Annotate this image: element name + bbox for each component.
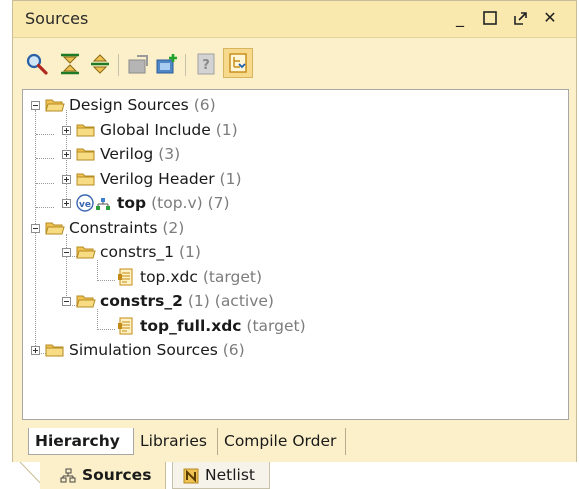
sources-tree: Design Sources (6) Global Include (1) Ve… bbox=[22, 89, 569, 420]
svg-text:?: ? bbox=[202, 58, 210, 73]
panel-titlebar: Sources _ ✕ bbox=[13, 1, 576, 38]
maximize-icon bbox=[483, 11, 497, 25]
tree-guide-line bbox=[97, 309, 98, 330]
toolbar-separator bbox=[118, 54, 119, 76]
folder-icon bbox=[45, 344, 64, 357]
toolbar-separator bbox=[185, 54, 186, 76]
folder-open-icon bbox=[45, 222, 65, 235]
netlist-tab-icon bbox=[183, 468, 199, 484]
view-tabs: Hierarchy Libraries Compile Order bbox=[22, 428, 569, 456]
collapse-toggle[interactable] bbox=[62, 248, 71, 257]
collapse-all-icon bbox=[61, 53, 79, 75]
tab-sources[interactable]: Sources bbox=[40, 462, 166, 489]
expand-toggle[interactable] bbox=[62, 175, 71, 184]
svg-text:ve: ve bbox=[79, 200, 91, 210]
folder-open-icon bbox=[45, 99, 65, 112]
expand-toggle[interactable] bbox=[62, 199, 71, 208]
tab-netlist-label: Netlist bbox=[205, 466, 255, 484]
sources-panel: Sources _ ✕ ? Design Sources (6) Global … bbox=[12, 0, 577, 464]
tree-item-verilog-header[interactable]: Verilog Header (1) bbox=[100, 167, 242, 191]
maximize-button[interactable] bbox=[479, 7, 501, 29]
search-button[interactable] bbox=[25, 52, 49, 76]
folder-open-icon bbox=[76, 246, 96, 259]
settings-icon bbox=[128, 55, 148, 74]
tree-item-design-sources[interactable]: Design Sources (6) bbox=[69, 93, 216, 117]
float-icon bbox=[513, 12, 527, 25]
folder-icon bbox=[76, 173, 95, 186]
settings-button[interactable] bbox=[127, 52, 151, 76]
hierarchy-top-icon bbox=[96, 198, 110, 210]
add-sources-button[interactable] bbox=[155, 52, 179, 76]
tree-guide-line bbox=[97, 280, 115, 281]
collapse-toggle[interactable] bbox=[31, 224, 40, 233]
search-icon bbox=[26, 53, 48, 75]
folder-open-icon bbox=[76, 295, 96, 308]
tab-hierarchy[interactable]: Hierarchy bbox=[28, 428, 134, 455]
tree-item-top-xdc[interactable]: top.xdc (target) bbox=[140, 265, 262, 289]
collapse-all-button[interactable] bbox=[58, 52, 82, 76]
tree-guide-line bbox=[97, 260, 98, 281]
tree-guide-line bbox=[36, 158, 54, 159]
panel-toolbar: ? bbox=[13, 38, 576, 86]
panel-title: Sources bbox=[25, 9, 89, 28]
properties-icon: ? bbox=[197, 53, 215, 75]
tree-guide-line bbox=[66, 234, 67, 306]
constraint-file-icon bbox=[118, 268, 133, 286]
sources-tab-icon bbox=[60, 468, 76, 483]
show-hierarchy-icon bbox=[229, 53, 247, 73]
tree-item-top-full-xdc[interactable]: top_full.xdc (target) bbox=[140, 314, 306, 338]
folder-icon bbox=[76, 148, 95, 161]
expand-toggle[interactable] bbox=[62, 150, 71, 159]
tab-libraries[interactable]: Libraries bbox=[134, 428, 218, 455]
show-hierarchy-button[interactable] bbox=[223, 48, 253, 78]
tab-sources-label: Sources bbox=[82, 466, 152, 484]
tree-item-top[interactable]: top (top.v) (7) bbox=[117, 191, 230, 215]
tree-guide-line bbox=[36, 183, 54, 184]
tree-guide-line bbox=[97, 329, 115, 330]
tree-item-verilog[interactable]: Verilog (3) bbox=[100, 142, 180, 166]
expand-all-icon bbox=[91, 54, 109, 74]
tree-guide-line bbox=[36, 207, 54, 208]
expand-all-button[interactable] bbox=[88, 52, 112, 76]
tree-item-simulation-sources[interactable]: Simulation Sources (6) bbox=[69, 338, 245, 362]
collapse-toggle[interactable] bbox=[62, 297, 71, 306]
tree-guide-line bbox=[36, 134, 54, 135]
close-button[interactable]: ✕ bbox=[539, 7, 561, 29]
outer-tab-bar: Sources Netlist bbox=[0, 462, 579, 489]
properties-button[interactable]: ? bbox=[194, 52, 218, 76]
add-sources-icon bbox=[156, 54, 177, 74]
minimize-button[interactable]: _ bbox=[449, 7, 471, 29]
constraint-file-icon bbox=[118, 317, 133, 335]
verilog-module-icon: ve bbox=[76, 194, 94, 212]
tab-netlist[interactable]: Netlist bbox=[172, 462, 270, 489]
tree-item-constrs-2[interactable]: constrs_2 (1) (active) bbox=[100, 289, 274, 313]
tree-item-global-include[interactable]: Global Include (1) bbox=[100, 118, 238, 142]
expand-toggle[interactable] bbox=[31, 346, 40, 355]
folder-icon bbox=[76, 124, 95, 137]
tree-item-constrs-1[interactable]: constrs_1 (1) bbox=[100, 240, 201, 264]
collapse-toggle[interactable] bbox=[31, 101, 40, 110]
tree-item-constraints[interactable]: Constraints (2) bbox=[69, 216, 184, 240]
float-button[interactable] bbox=[509, 7, 531, 29]
tab-compile-order[interactable]: Compile Order bbox=[218, 428, 346, 455]
expand-toggle[interactable] bbox=[62, 126, 71, 135]
